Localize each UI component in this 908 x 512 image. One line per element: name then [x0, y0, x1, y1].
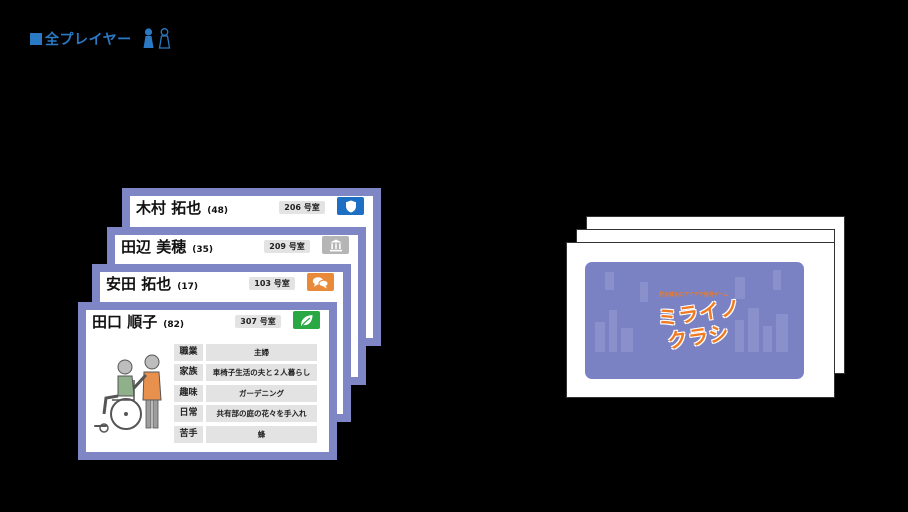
heading-title: 全プレイヤー: [45, 32, 132, 48]
card-age: (82): [163, 320, 184, 330]
government-building-icon: [322, 236, 349, 254]
heading-square-marker: [30, 33, 42, 45]
character-card-taguchi[interactable]: 田口 順子 (82) 307 号室 職業 主婦 家族 車椅子生活の夫と２人暮らし: [78, 302, 337, 460]
card-name-text: 木村 拓也: [136, 199, 202, 217]
attribute-value: 主婦: [206, 344, 317, 361]
attribute-value: 車椅子生活の夫と２人暮らし: [206, 364, 317, 381]
game-deck-top-card[interactable]: 防災減災のアイデア発見ゲーム ミライノ クラシ: [566, 242, 835, 398]
attribute-label: 日常: [174, 405, 203, 422]
two-player-pawns-icon: [142, 28, 171, 50]
card-name-text: 田辺 美穂: [121, 238, 187, 256]
attribute-label: 趣味: [174, 385, 203, 402]
attribute-value: 共有部の庭の花々を手入れ: [206, 405, 317, 422]
card-name: 木村 拓也 (48): [136, 197, 228, 218]
room-number-badge: 307 号室: [235, 315, 281, 328]
card-name: 田辺 美穂 (35): [121, 236, 213, 257]
wheelchair-caregiver-illustration: [94, 354, 162, 433]
leaf-icon: [293, 311, 320, 329]
room-number-badge: 103 号室: [249, 277, 295, 290]
card-name: 安田 拓也 (17): [106, 273, 198, 294]
attribute-label: 職業: [174, 344, 203, 361]
card-name-text: 田口 順子: [92, 313, 158, 331]
chat-bubbles-icon: [307, 273, 334, 291]
attribute-label: 苦手: [174, 426, 203, 443]
attribute-row-hobby: 趣味 ガーデニング: [174, 385, 317, 402]
attribute-value: ガーデニング: [206, 385, 317, 402]
card-age: (48): [207, 206, 228, 216]
card-name: 田口 順子 (82): [92, 311, 184, 332]
attribute-row-occupation: 職業 主婦: [174, 344, 317, 361]
room-number-badge: 209 号室: [264, 240, 310, 253]
card-name-text: 安田 拓也: [106, 275, 172, 293]
attribute-value: 蜂: [206, 426, 317, 443]
attribute-label: 家族: [174, 364, 203, 381]
section-heading: 全プレイヤー: [30, 28, 171, 50]
game-cover: 防災減災のアイデア発見ゲーム ミライノ クラシ: [585, 262, 804, 379]
card-age: (17): [177, 282, 198, 292]
attribute-row-daily: 日常 共有部の庭の花々を手入れ: [174, 405, 317, 422]
attribute-row-dislike: 苦手 蜂: [174, 426, 317, 443]
attribute-row-family: 家族 車椅子生活の夫と２人暮らし: [174, 364, 317, 381]
shield-icon: [337, 197, 364, 215]
card-age: (35): [192, 245, 213, 255]
room-number-badge: 206 号室: [279, 201, 325, 214]
